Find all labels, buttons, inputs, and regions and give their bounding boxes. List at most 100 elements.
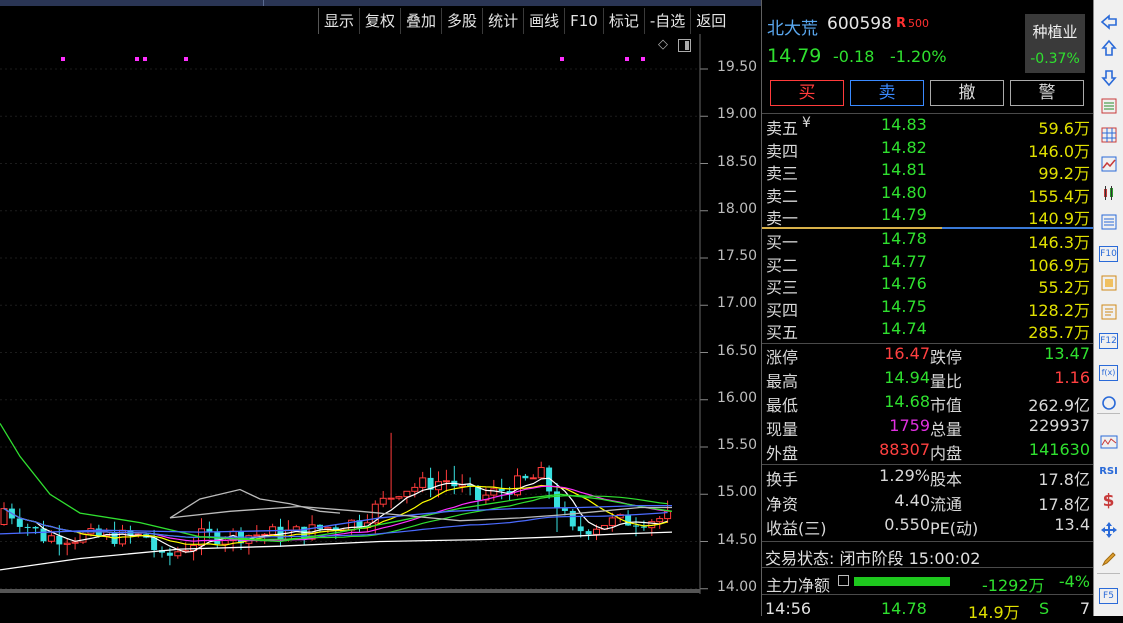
candle-body (561, 508, 568, 511)
quote-list-icon[interactable] (1099, 96, 1118, 115)
event-marker (560, 57, 564, 61)
candlestick-chart[interactable] (0, 34, 761, 616)
toolbar-item-9[interactable]: 返回 (690, 8, 731, 34)
f12-icon[interactable]: F12 (1099, 331, 1118, 350)
bid-row[interactable]: 买二 14.77 106.9万 (762, 251, 1093, 275)
table-icon[interactable] (838, 575, 849, 586)
ask-volume: 155.4万 (1028, 186, 1090, 206)
stat-label: 现量 (766, 420, 799, 439)
ask-row[interactable]: 卖二 14.80 155.4万 (762, 183, 1093, 206)
chart-corner-icons: ◇ (656, 38, 691, 52)
currency-icon: ¥ (802, 115, 811, 131)
bid-price: 14.77 (881, 251, 927, 271)
cancel-order-button[interactable]: 撤 (930, 80, 1004, 106)
toolbar-item-5[interactable]: 画线 (523, 8, 564, 34)
y-tick-label: 15.00 (717, 484, 758, 501)
tick-side: S (1039, 599, 1050, 618)
f12-icon-label: F12 (1099, 332, 1118, 349)
list-icon[interactable] (1099, 212, 1118, 231)
move-icon[interactable] (1099, 520, 1118, 539)
candle-body (633, 525, 639, 527)
buy-button[interactable]: 买 (770, 80, 844, 106)
stat-label: 外盘 (766, 444, 799, 463)
bid-row[interactable]: 买一 14.78 146.3万 (762, 229, 1093, 252)
bid-level-label: 买四 (766, 300, 799, 320)
price-change-pct: -1.20% (890, 47, 947, 66)
tick-price: 14.78 (881, 599, 927, 618)
arrow-left-icon[interactable] (1099, 12, 1118, 31)
rsi-icon-label: RSI (1099, 466, 1118, 477)
ask-volume: 59.6万 (1038, 119, 1090, 138)
toolbar-item-3[interactable]: 多股 (441, 8, 482, 34)
icon-bar-separator (1097, 413, 1120, 414)
toolbar-item-4[interactable]: 统计 (482, 8, 523, 34)
bid-row[interactable]: 买三 14.76 55.2万 (762, 274, 1093, 297)
candle-body (63, 542, 71, 545)
candle-body (387, 497, 395, 500)
candle-icon[interactable] (1099, 183, 1118, 202)
candle-body (56, 535, 63, 545)
bid-volume: 128.2万 (1028, 300, 1090, 320)
candle-body (403, 490, 411, 498)
toolbar-item-1[interactable]: 复权 (359, 8, 400, 34)
stat-label: 量比 (930, 372, 963, 391)
stat-row: 最高 14.94 量比 1.16 (762, 368, 1093, 391)
rsi-icon[interactable]: RSI (1099, 462, 1118, 481)
ask-row[interactable]: 卖一 14.79 140.9万 (762, 205, 1093, 228)
ask-row[interactable]: 卖三 14.81 99.2万 (762, 160, 1093, 183)
f5-icon[interactable]: F5 (1099, 586, 1118, 605)
panel-toggle-icon[interactable] (678, 39, 691, 52)
pencil-icon[interactable] (1099, 549, 1118, 568)
toolbar-item-0[interactable]: 显示 (318, 8, 359, 34)
sell-button[interactable]: 卖 (850, 80, 924, 106)
toolbar-item-2[interactable]: 叠加 (400, 8, 441, 34)
candle-body (585, 531, 592, 535)
top-strip (0, 0, 761, 6)
toolbar-item-6[interactable]: F10 (564, 8, 603, 34)
stat-value: 13.47 (1044, 344, 1090, 363)
arrow-up-icon[interactable] (1099, 38, 1118, 57)
bid-row[interactable]: 买五 14.74 285.7万 (762, 319, 1093, 342)
stock-code: 600598 (827, 14, 892, 34)
grid-icon[interactable] (1099, 125, 1118, 144)
stat-value: 1.29% (879, 466, 930, 485)
price-change: -0.18 (833, 47, 875, 66)
toolbar-item-7[interactable]: 标记 (602, 8, 644, 34)
ask-row[interactable]: 卖四 14.82 146.0万 (762, 138, 1093, 161)
stat-value: 13.4 (1054, 515, 1090, 534)
ask-price: 14.83 (881, 115, 927, 134)
wave-icon[interactable] (1099, 432, 1118, 451)
notes-icon[interactable] (1099, 302, 1118, 321)
capital-flow-row[interactable]: 主力净额 -1292万 -4% (762, 570, 1093, 595)
trade-status: 交易状态: 闭市阶段 15:00:02 (765, 549, 981, 568)
stat-label: 流通 (930, 494, 963, 514)
stat-row: 收益(三) 0.550 PE(动) 13.4 (762, 515, 1093, 538)
formula-icon[interactable]: f(x) (1099, 363, 1118, 382)
doc-icon[interactable] (1099, 273, 1118, 292)
sector-box[interactable]: 种植业 -0.37% (1025, 14, 1085, 73)
candle-body (324, 526, 332, 530)
arrow-down-icon[interactable] (1099, 68, 1118, 87)
ask-price: 14.79 (881, 205, 927, 224)
circle-icon[interactable] (1099, 393, 1118, 412)
bid-volume: 106.9万 (1028, 255, 1090, 275)
stat-label: 股本 (930, 470, 963, 489)
toolbar-item-8[interactable]: -自选 (643, 8, 690, 34)
f10-icon[interactable]: F10 (1099, 244, 1118, 263)
bid-row[interactable]: 买四 14.75 128.2万 (762, 297, 1093, 320)
candle-body (442, 480, 450, 483)
stat-row: 外盘 88307 内盘 141630 (762, 440, 1093, 463)
ask-row[interactable]: 卖五 14.83 59.6万 ¥ (762, 115, 1093, 138)
stat-row: 最低 14.68 市值 262.9亿 (762, 392, 1093, 415)
capital-value: -1292万 (982, 576, 1045, 595)
stat-value: 16.47 (884, 344, 930, 363)
line-chart-icon[interactable] (1099, 154, 1118, 173)
dollar-icon[interactable]: $ (1099, 491, 1118, 511)
candle-body (284, 529, 292, 540)
bid-level-label: 买三 (766, 278, 799, 297)
alert-button[interactable]: 警 (1010, 80, 1084, 106)
diamond-icon[interactable]: ◇ (656, 38, 670, 52)
bid-level-label: 买五 (766, 323, 799, 342)
tick-row: 14:56 14.78 14.9万 S 7 (762, 598, 1093, 622)
stat-row: 换手 1.29% 股本 17.8亿 (762, 466, 1093, 489)
